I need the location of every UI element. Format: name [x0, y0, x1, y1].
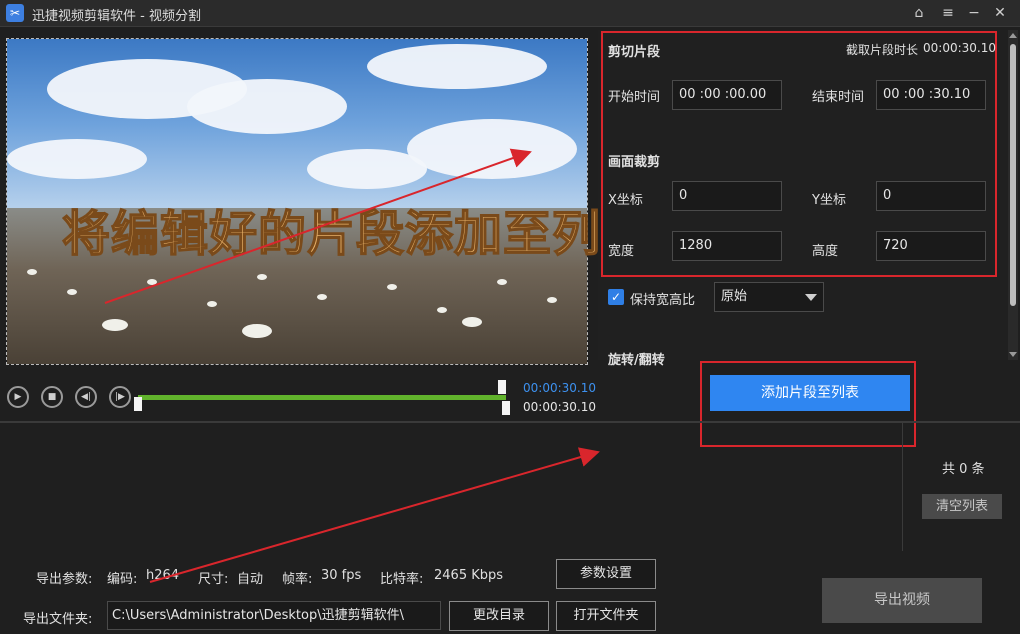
total-time: 00:00:30.10 — [523, 400, 596, 414]
x-coord-input[interactable]: 0 — [672, 181, 782, 211]
window-title: 迅捷视频剪辑软件 - 视频分割 — [32, 9, 201, 24]
rotate-section-title: 旋转/翻转 — [608, 353, 665, 368]
bitrate-label: 比特率: — [380, 572, 424, 587]
fps-value: 30 fps — [321, 568, 362, 583]
clip-section-title: 剪切片段 — [608, 45, 661, 60]
next-frame-icon[interactable]: |▶ — [109, 386, 131, 408]
bird — [547, 297, 557, 303]
scroll-thumb[interactable] — [1010, 44, 1016, 306]
bird — [317, 294, 327, 300]
current-time: 00:00:30.10 — [523, 381, 596, 395]
add-button-highlight-box — [700, 361, 916, 447]
size-label: 尺寸: — [198, 572, 229, 587]
play-icon[interactable]: ▶ — [7, 386, 29, 408]
bird — [207, 301, 217, 307]
bird — [497, 279, 507, 285]
x-coord-label: X坐标 — [608, 193, 643, 208]
list-separator — [902, 423, 903, 551]
ratio-selected-value: 原始 — [721, 289, 748, 304]
cloud — [407, 119, 577, 179]
start-time-label: 开始时间 — [608, 90, 661, 105]
list-count: 共 0 条 — [942, 462, 985, 477]
y-coord-label: Y坐标 — [812, 193, 846, 208]
arrow-to-add-button — [149, 447, 600, 583]
timeline-start-handle[interactable] — [134, 397, 142, 411]
export-folder-label: 导出文件夹: — [23, 612, 93, 627]
bird — [27, 269, 37, 275]
timeline-end-marker — [502, 401, 510, 415]
home-icon[interactable]: ⌂ — [908, 3, 930, 23]
bird — [257, 274, 267, 280]
timeline-selection[interactable] — [138, 395, 506, 400]
codec-label: 编码: — [107, 572, 138, 587]
bird — [67, 289, 77, 295]
clear-list-button[interactable]: 清空列表 — [922, 494, 1002, 519]
crop-section-title: 画面裁剪 — [608, 155, 661, 170]
bitrate-value: 2465 Kbps — [434, 568, 504, 583]
stop-icon[interactable]: ■ — [41, 386, 63, 408]
size-value: 自动 — [237, 572, 264, 587]
width-label: 宽度 — [608, 244, 635, 259]
chevron-down-icon — [805, 294, 817, 301]
start-time-input[interactable]: 00 :00 :00.00 — [672, 80, 782, 110]
minimize-icon[interactable]: − — [963, 3, 985, 23]
close-icon[interactable]: ✕ — [989, 3, 1011, 23]
panel-scrollbar[interactable] — [1008, 30, 1018, 360]
cloud — [187, 79, 347, 134]
width-input[interactable]: 1280 — [672, 231, 782, 261]
bird — [387, 284, 397, 290]
export-params-label: 导出参数: — [36, 572, 93, 587]
clip-duration-label: 截取片段时长 — [846, 43, 919, 57]
ratio-select[interactable]: 原始 — [714, 282, 824, 312]
bird — [462, 317, 482, 327]
export-video-button[interactable]: 导出视频 — [822, 578, 982, 623]
clip-duration-value: 00:00:30.10 — [923, 41, 996, 55]
export-folder-input[interactable]: C:\Users\Administrator\Desktop\迅捷剪辑软件\ — [107, 601, 441, 630]
cloud — [7, 139, 147, 179]
cloud — [307, 149, 427, 189]
scroll-down-icon[interactable] — [1009, 352, 1017, 357]
open-folder-button[interactable]: 打开文件夹 — [556, 601, 656, 631]
keep-ratio-label: 保持宽高比 — [630, 293, 696, 308]
end-time-label: 结束时间 — [812, 90, 865, 105]
params-settings-button[interactable]: 参数设置 — [556, 559, 656, 589]
menu-icon[interactable]: ≡ — [937, 3, 959, 23]
bird — [147, 279, 157, 285]
keep-ratio-checkbox[interactable]: ✓ — [608, 289, 624, 305]
codec-value: h264 — [146, 568, 180, 583]
bird — [437, 307, 447, 313]
overlay-caption: 将编辑好的片段添加至列表 — [61, 205, 651, 263]
fps-label: 帧率: — [282, 572, 313, 587]
section-divider — [0, 421, 1020, 423]
prev-frame-icon[interactable]: ◀| — [75, 386, 97, 408]
timeline-end-handle[interactable] — [498, 380, 506, 394]
height-input[interactable]: 720 — [876, 231, 986, 261]
end-time-input[interactable]: 00 :00 :30.10 — [876, 80, 986, 110]
title-bar: ✂ 迅捷视频剪辑软件 - 视频分割 ⌂ ≡ − ✕ — [0, 0, 1020, 27]
change-directory-button[interactable]: 更改目录 — [449, 601, 549, 631]
height-label: 高度 — [812, 244, 839, 259]
cloud — [367, 44, 547, 89]
scissors-icon: ✂ — [6, 4, 24, 22]
scroll-up-icon[interactable] — [1009, 33, 1017, 38]
bird — [242, 324, 272, 338]
y-coord-input[interactable]: 0 — [876, 181, 986, 211]
bird — [102, 319, 128, 331]
